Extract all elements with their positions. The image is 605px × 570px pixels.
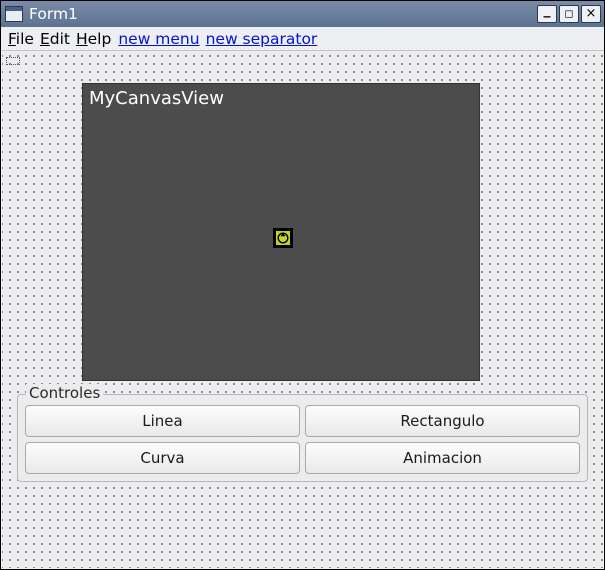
minimize-button[interactable]: _ — [537, 5, 557, 23]
new-menu-link[interactable]: new menu — [118, 30, 199, 48]
component-glyph-icon — [273, 228, 293, 248]
controles-button-grid: Linea Rectangulo Curva Animacion — [25, 405, 580, 474]
linea-button[interactable]: Linea — [25, 405, 300, 437]
selection-handle-icon — [6, 57, 20, 65]
menubar: File Edit Help new menu new separator — [1, 27, 604, 51]
maximize-button[interactable]: ◻ — [559, 5, 579, 23]
menu-file[interactable]: File — [7, 30, 35, 48]
canvas-label: MyCanvasView — [83, 84, 479, 113]
form-design-surface[interactable]: MyCanvasView Controles Linea Rectangulo … — [2, 51, 603, 568]
menu-edit[interactable]: Edit — [39, 30, 71, 48]
rectangulo-button[interactable]: Rectangulo — [305, 405, 580, 437]
menu-help[interactable]: Help — [75, 30, 112, 48]
controles-legend: Controles — [26, 384, 103, 402]
controles-group: Controles Linea Rectangulo Curva Animaci… — [17, 394, 588, 482]
curva-button[interactable]: Curva — [25, 442, 300, 474]
animacion-button[interactable]: Animacion — [305, 442, 580, 474]
titlebar[interactable]: Form1 _ ◻ × — [1, 1, 604, 27]
window-controls: _ ◻ × — [537, 5, 604, 23]
window-title: Form1 — [27, 5, 533, 23]
app-icon — [5, 6, 23, 22]
window-frame: Form1 _ ◻ × File Edit Help new menu new … — [0, 0, 605, 570]
canvas-view[interactable]: MyCanvasView — [82, 83, 480, 381]
new-separator-link[interactable]: new separator — [206, 30, 318, 48]
close-button[interactable]: × — [581, 5, 601, 23]
